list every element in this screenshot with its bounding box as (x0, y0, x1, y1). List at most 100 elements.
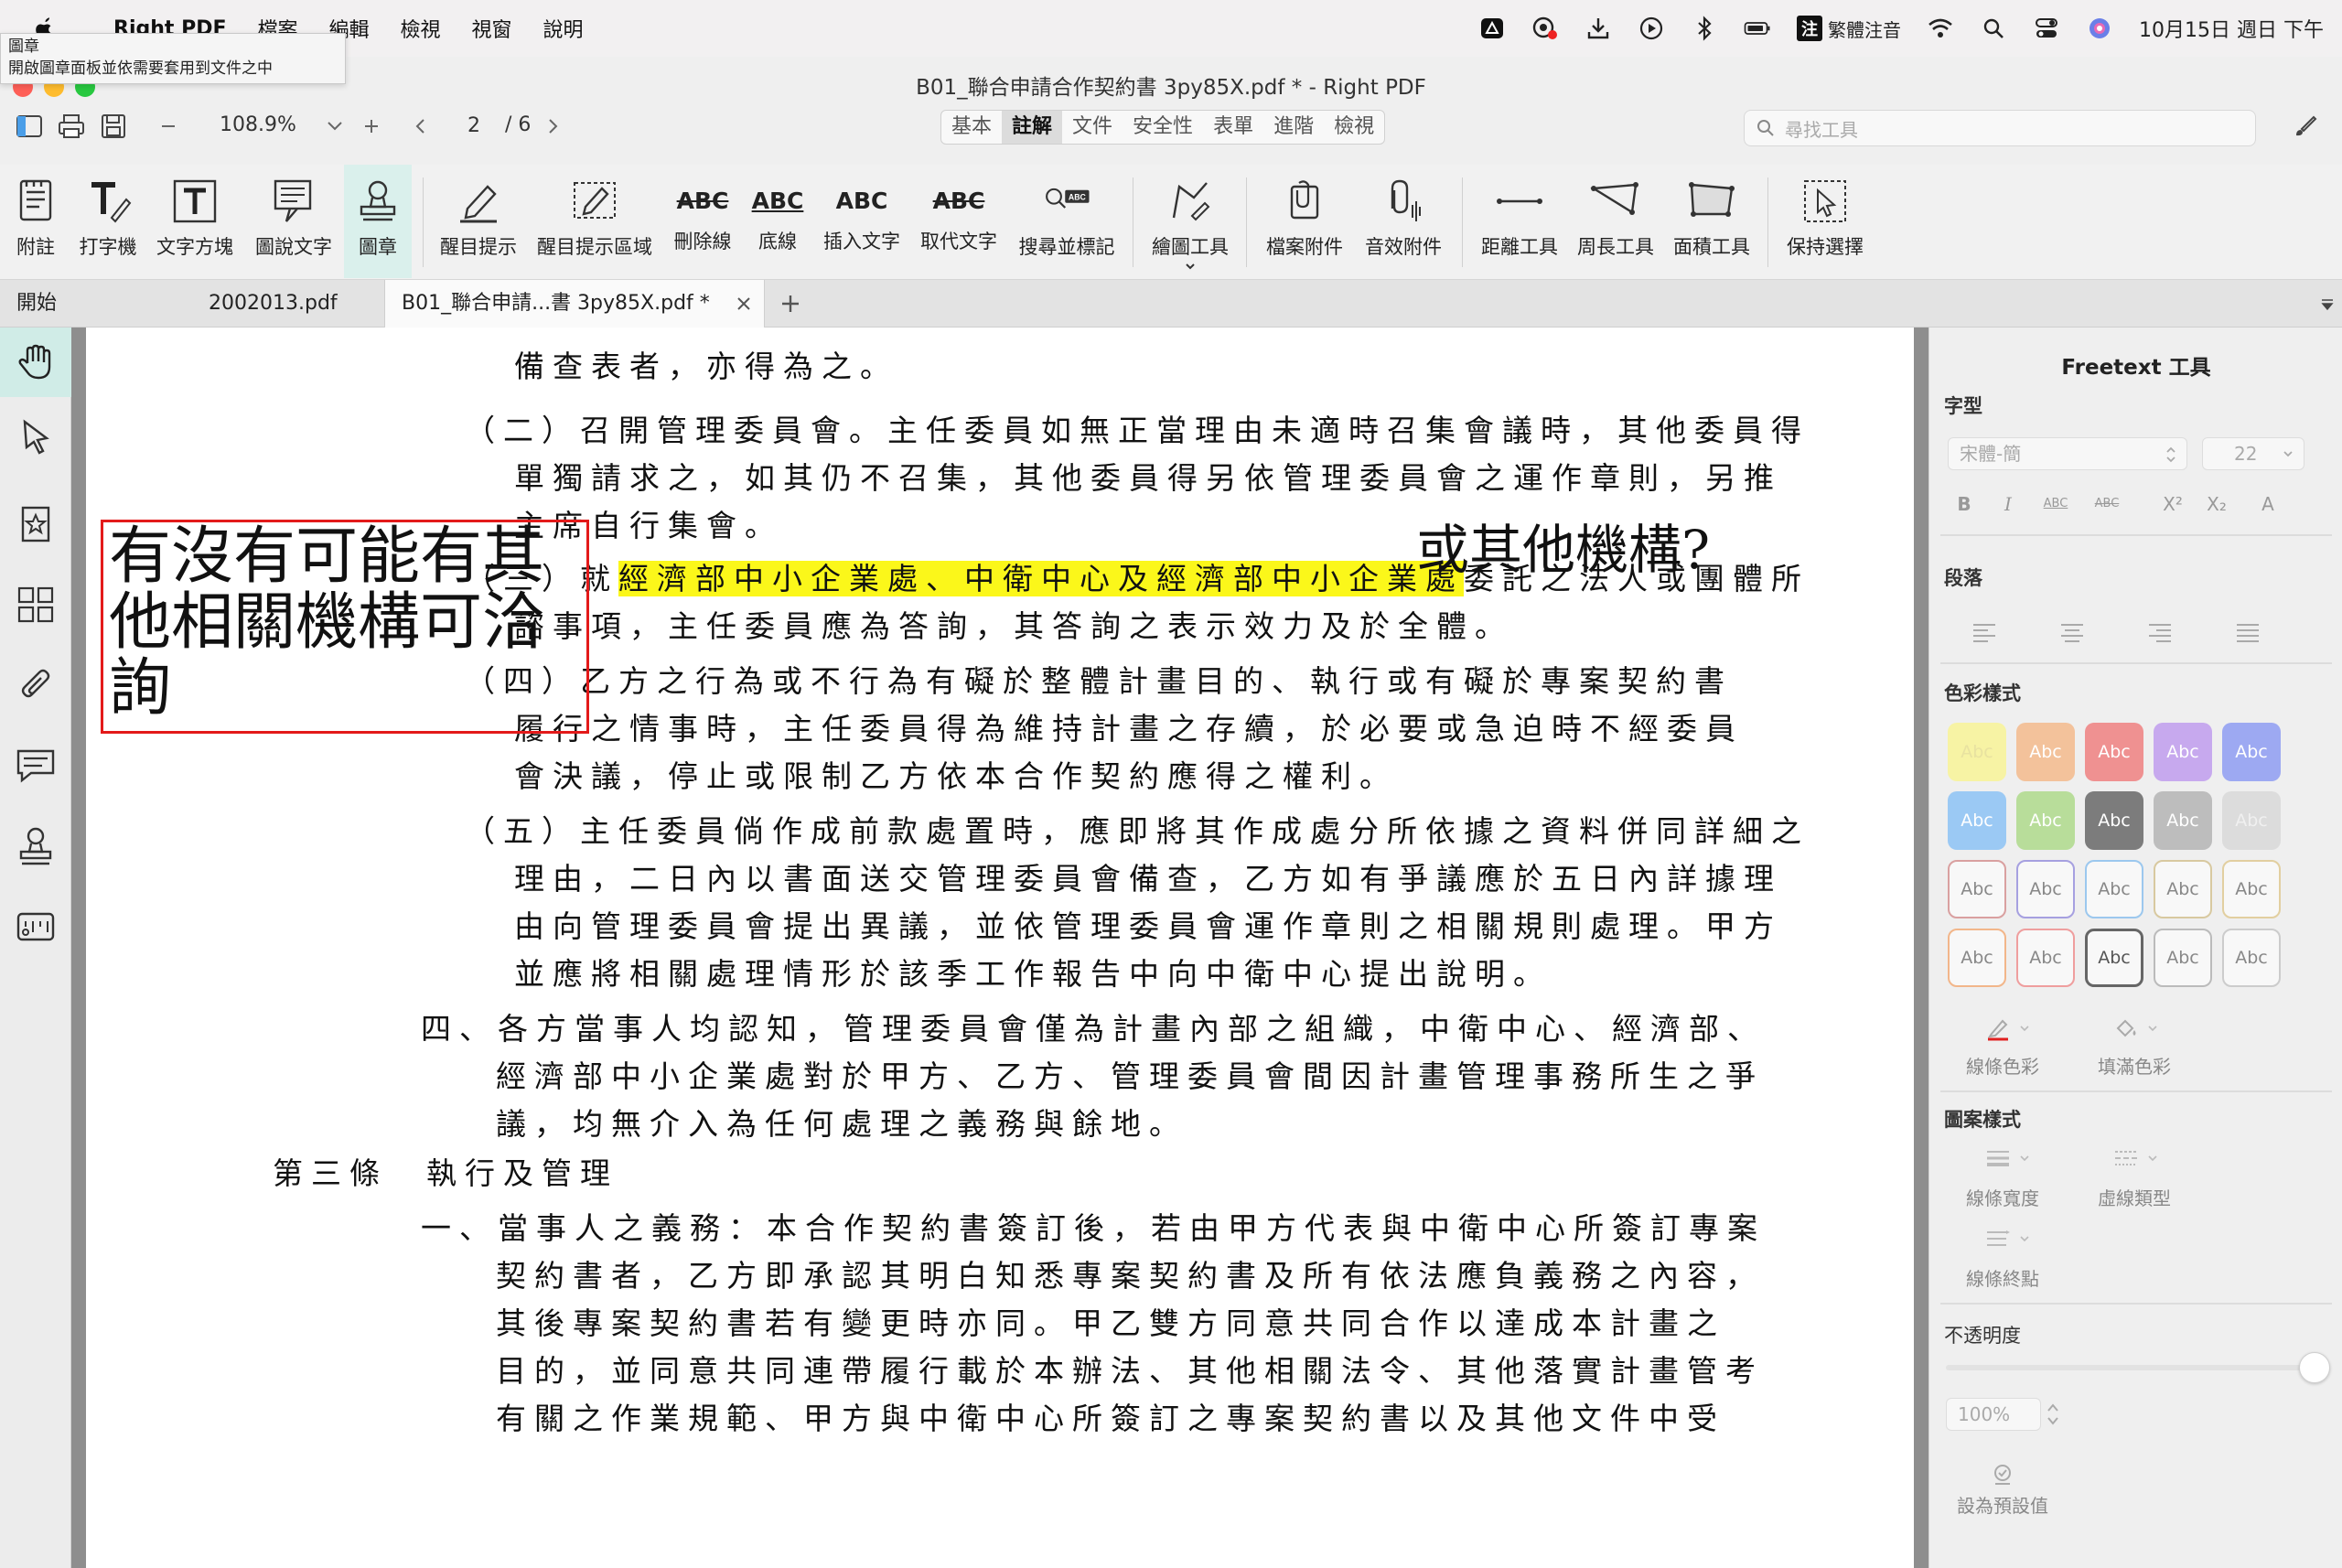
zoom-out-icon[interactable] (154, 112, 183, 141)
tab-list-icon[interactable] (2320, 298, 2335, 311)
tab-view[interactable]: 檢視 (1324, 111, 1384, 144)
color-style-swatch[interactable]: Abc (2016, 791, 2075, 850)
align-center-button[interactable] (2036, 617, 2109, 648)
color-style-swatch[interactable]: Abc (2085, 860, 2143, 918)
line-width-button[interactable] (1957, 1142, 2057, 1175)
color-style-swatch[interactable]: Abc (1948, 723, 2006, 781)
zoom-dropdown-icon[interactable] (320, 112, 349, 141)
tab-basic[interactable]: 基本 (941, 111, 1002, 144)
pdf-page[interactable]: 備查表者，亦得為之。 （二）召開管理委員會。主任委員如無正當理由未適時召集會議時… (86, 328, 1914, 1568)
file-attach-button[interactable]: 檔案附件 (1259, 165, 1350, 278)
color-style-swatch[interactable]: Abc (2154, 860, 2212, 918)
color-style-swatch[interactable]: Abc (1948, 860, 2006, 918)
opacity-stepper-icon[interactable] (2045, 1398, 2061, 1431)
measure-button[interactable] (13, 904, 59, 950)
print-icon[interactable] (57, 112, 86, 141)
align-justify-button[interactable] (2211, 617, 2284, 648)
strikeout-button[interactable]: ABC 刪除線 (666, 165, 739, 278)
insert-text-button[interactable]: ABC 插入文字 (816, 165, 908, 278)
color-style-swatch[interactable]: Abc (2154, 791, 2212, 850)
align-left-button[interactable] (1948, 617, 2021, 648)
fill-color-button[interactable] (2085, 1012, 2186, 1045)
wifi-icon[interactable] (1927, 15, 1954, 42)
hand-tool-button[interactable] (0, 328, 71, 397)
prev-page-icon[interactable] (406, 112, 435, 141)
font-size-select[interactable]: 22 (2202, 437, 2304, 470)
bookmarks-button[interactable] (13, 501, 59, 547)
color-style-swatch[interactable]: Abc (1948, 929, 2006, 987)
color-style-swatch[interactable]: Abc (2085, 723, 2143, 781)
next-page-icon[interactable] (538, 112, 567, 141)
bluetooth-icon[interactable] (1691, 15, 1718, 42)
color-style-swatch[interactable]: Abc (2085, 929, 2143, 987)
siri-icon[interactable] (2086, 15, 2113, 42)
tool-search-input[interactable]: 尋找工具 (1744, 110, 2256, 146)
search-mark-button[interactable]: ABC 搜尋並標記 (1010, 165, 1123, 278)
set-default-button[interactable]: 設為預設值 (1948, 1462, 2057, 1535)
spotlight-search-icon[interactable] (1980, 15, 2007, 42)
line-color-button[interactable] (1957, 1012, 2057, 1045)
subscript-button[interactable]: X₂ (2198, 489, 2235, 520)
play-icon[interactable] (1638, 15, 1665, 42)
comments-button[interactable] (13, 743, 59, 789)
stamps-button[interactable] (13, 823, 59, 869)
tab-security[interactable]: 安全性 (1123, 111, 1203, 144)
color-style-swatch[interactable]: Abc (2222, 860, 2281, 918)
color-style-swatch[interactable]: Abc (2085, 791, 2143, 850)
note-button[interactable]: 附註 (4, 165, 68, 278)
document-canvas[interactable]: 備查表者，亦得為之。 （二）召開管理委員會。主任委員如無正當理由未適時召集會議時… (71, 328, 1928, 1568)
tab-forms[interactable]: 表單 (1203, 111, 1263, 144)
line-end-button[interactable] (1957, 1222, 2057, 1255)
opacity-slider-track[interactable] (1946, 1365, 2303, 1370)
perimeter-tool-button[interactable]: 周長工具 (1572, 165, 1660, 278)
tab-document-1[interactable]: 2002013.pdf (209, 280, 338, 328)
brush-tool-icon[interactable] (2291, 112, 2320, 141)
thumbnails-button[interactable] (13, 582, 59, 628)
textbox-annotation[interactable]: 有沒有可能有其他相關機構可洽詢 (101, 520, 589, 734)
color-style-swatch[interactable]: Abc (2222, 723, 2281, 781)
zoom-in-icon[interactable] (357, 112, 386, 141)
screen-record-icon[interactable] (1531, 15, 1559, 42)
page-number-input[interactable]: 2 (456, 110, 492, 143)
keep-select-button[interactable]: 保持選擇 (1780, 165, 1870, 278)
select-tool-button[interactable] (13, 413, 59, 459)
underline-format-button[interactable]: ABC (2036, 489, 2076, 520)
freetext-annotation[interactable]: 或其他機構? (1416, 507, 1710, 584)
tab-document-2[interactable]: B01_聯合申請...書 3py85X.pdf * (384, 280, 765, 328)
color-style-swatch[interactable]: Abc (2222, 791, 2281, 850)
sidebar-toggle-icon[interactable] (15, 112, 44, 141)
stamp-button[interactable]: 圖章 (344, 165, 412, 278)
opacity-input[interactable]: 100% (1946, 1398, 2041, 1431)
text-color-button[interactable]: A (2250, 489, 2286, 520)
color-style-swatch[interactable]: Abc (2222, 929, 2281, 987)
callout-button[interactable]: 圖說文字 (247, 165, 340, 278)
tab-home[interactable]: 開始 (16, 280, 57, 328)
textbox-button[interactable]: 文字方塊 (150, 165, 240, 278)
underline-button[interactable]: ABC 底線 (743, 165, 812, 278)
clock[interactable]: 10月15日 週日 下午 (2139, 14, 2324, 43)
draw-tool-button[interactable]: 繪圖工具 (1145, 165, 1235, 278)
highlighted-text[interactable]: 經濟部中小企業處、中衛中心及經濟部中小企業處 (618, 561, 1464, 596)
color-style-swatch[interactable]: Abc (2154, 929, 2212, 987)
typewriter-button[interactable]: 打字機 (73, 165, 143, 278)
zoom-level[interactable]: 108.9% (220, 113, 296, 136)
close-tab-icon[interactable] (735, 295, 753, 313)
control-center-icon[interactable] (2033, 15, 2060, 42)
replace-text-button[interactable]: ABC 取代文字 (913, 165, 1004, 278)
menu-window[interactable]: 視窗 (472, 14, 512, 43)
attachments-button[interactable] (13, 662, 59, 708)
battery-icon[interactable] (1744, 15, 1771, 42)
download-icon[interactable] (1585, 15, 1612, 42)
color-style-swatch[interactable]: Abc (2154, 723, 2212, 781)
strikethrough-format-button[interactable]: ABC (2087, 489, 2127, 520)
area-tool-button[interactable]: 面積工具 (1667, 165, 1756, 278)
opacity-slider-knob[interactable] (2299, 1352, 2330, 1383)
app-tray-icon[interactable] (1478, 15, 1506, 42)
input-method-icon[interactable]: 注 繁體注音 (1797, 15, 1901, 42)
color-style-swatch[interactable]: Abc (2016, 929, 2075, 987)
align-right-button[interactable] (2123, 617, 2197, 648)
new-tab-icon[interactable] (779, 293, 801, 315)
highlight-area-button[interactable]: 醒目提示區域 (529, 165, 661, 278)
highlight-button[interactable]: 醒目提示 (435, 165, 521, 278)
font-family-select[interactable]: 宋體-簡 (1948, 437, 2187, 470)
